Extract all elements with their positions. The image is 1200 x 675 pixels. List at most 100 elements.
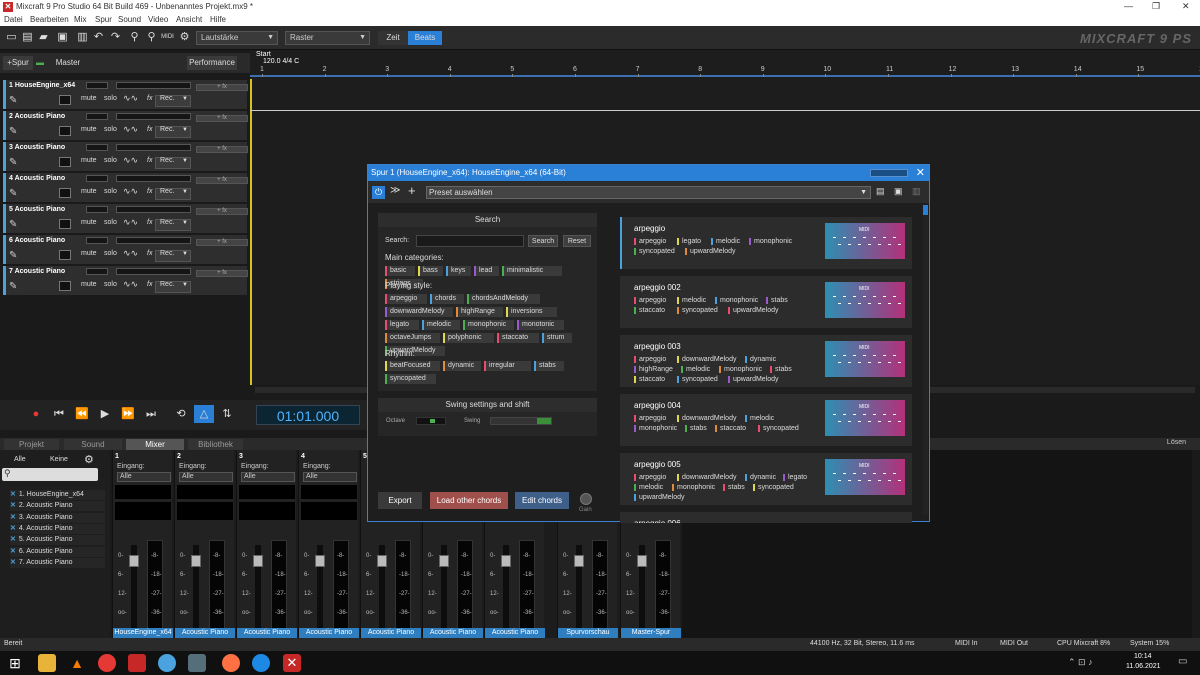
vlc-icon[interactable]: ▲ [68,654,86,672]
preset-dropdown[interactable]: Preset auswählen ▼ [426,186,871,199]
result-card[interactable]: arpeggio 005 arpeggio downwardMelody dynami… [620,453,912,505]
track-name[interactable]: 2 Acoustic Piano [9,113,65,120]
maximize-button[interactable]: ❐ [1152,1,1160,12]
tab-sound[interactable]: Sound [64,439,122,450]
redo-icon[interactable]: ↷ [108,30,123,45]
midi-preview-thumbnail[interactable]: MIDI [825,223,905,259]
strip-label[interactable]: Spurvorschau [558,628,618,638]
tag-keys[interactable]: keys [446,266,471,276]
reset-button[interactable]: Reset [563,235,591,247]
octave-handle[interactable] [430,419,435,423]
file-explorer-icon[interactable] [38,654,56,672]
input-select[interactable]: Alle [117,472,171,482]
menu-mix[interactable]: Mix [74,15,86,24]
track-pan-slider[interactable] [86,237,108,244]
solo-button[interactable]: solo [104,95,117,102]
zoom-out-icon[interactable]: ⚲ [144,30,159,45]
automation-icon[interactable]: ∿∿ [123,186,138,197]
edit-chords-button[interactable]: Edit chords [515,492,569,509]
record-button[interactable]: ● [26,405,46,423]
keyboard-icon[interactable] [59,126,71,136]
mixdown-icon[interactable]: ▥ [75,30,90,45]
ruler[interactable]: Start 120.0 4/4 C 1234567891011121314151… [250,50,1200,77]
checkbox-icon[interactable]: ✕ [10,536,16,543]
mute-button[interactable]: mute [81,95,97,102]
track-name[interactable]: 5 Acoustic Piano [9,206,65,213]
undock-button[interactable]: Lösen [1167,439,1186,446]
midi-preview-thumbnail[interactable]: MIDI [825,341,905,377]
power-icon[interactable]: ⏻ [372,186,385,199]
track-name[interactable]: 6 Acoustic Piano [9,237,65,244]
tag-chords[interactable]: chords [430,294,464,304]
search-input[interactable] [416,235,524,247]
fx-button[interactable]: fx [147,126,152,133]
fader-handle[interactable] [191,555,201,567]
input-select[interactable]: Alle [303,472,357,482]
performance-button[interactable]: Performance [187,56,237,70]
automation-icon[interactable]: ∿∿ [123,217,138,228]
rec-button[interactable]: Rec. [160,281,174,288]
solo-button[interactable]: solo [104,250,117,257]
folder-icon[interactable]: ▰ [36,30,51,45]
mode-beats-button[interactable]: Beats [408,31,442,45]
track-row[interactable]: 2 Acoustic Piano + fx ✎ mute solo ∿∿ fx Rec. ▼ [3,111,248,140]
delete-preset-icon[interactable]: ▥ [912,186,921,197]
add-fx-button[interactable]: + fx [196,84,248,91]
menu-datei[interactable]: Datei [4,15,23,24]
go-to-end-button[interactable]: ⏭ [141,405,161,423]
volume-dropdown[interactable]: Lautstärke ▼ [196,31,278,45]
track-volume-slider[interactable] [116,206,191,213]
track-pan-slider[interactable] [86,113,108,120]
fader-handle[interactable] [129,555,139,567]
tag-strum[interactable]: strum [542,333,572,343]
track-row[interactable]: 7 Acoustic Piano + fx ✎ mute solo ∿∿ fx Rec. ▼ [3,266,248,295]
solo-button[interactable]: solo [104,126,117,133]
time-display[interactable]: 01:01.000 [256,405,360,425]
strip-slot[interactable] [115,485,171,499]
track-row[interactable]: 3 Acoustic Piano + fx ✎ mute solo ∿∿ fx Rec. ▼ [3,142,248,171]
swing-slider[interactable] [490,417,552,425]
strip-label[interactable]: Master-Spur [621,628,681,638]
track-volume-slider[interactable] [116,82,191,89]
tag-monotonic[interactable]: monotonic [517,320,564,330]
strip-label[interactable]: Acoustic Piano [299,628,359,638]
track-name[interactable]: 7 Acoustic Piano [9,268,65,275]
keyboard-icon[interactable] [59,157,71,167]
menu-ansicht[interactable]: Ansicht [176,15,202,24]
checkbox-icon[interactable]: ✕ [10,502,16,509]
mixer-settings-gear-icon[interactable]: ⚙ [84,453,94,466]
load-other-chords-button[interactable]: Load other chords [430,492,508,509]
add-fx-button[interactable]: + fx [196,239,248,246]
mute-button[interactable]: mute [81,126,97,133]
tab-mixer[interactable]: Mixer [126,439,184,450]
track-row[interactable]: 4 Acoustic Piano + fx ✎ mute solo ∿∿ fx Rec. ▼ [3,173,248,202]
mute-button[interactable]: mute [81,250,97,257]
master-button[interactable]: Master [48,56,88,70]
mixer-list-item[interactable]: ✕ 1. HouseEngine_x64 [10,490,105,500]
tag-lead[interactable]: lead [474,266,499,276]
search-button[interactable]: Search [528,235,558,247]
gain-knob[interactable] [580,493,592,505]
mute-button[interactable]: mute [81,281,97,288]
tag-staccato[interactable]: staccato [497,333,539,343]
solo-button[interactable]: solo [104,188,117,195]
mute-button[interactable]: mute [81,219,97,226]
tray-icons[interactable]: ⌃ ⊡ ♪ [1068,657,1093,668]
add-fx-button[interactable]: + fx [196,270,248,277]
octave-slider[interactable] [416,417,446,425]
fast-forward-button[interactable]: ⏩ [118,405,138,423]
add-fx-button[interactable]: + fx [196,146,248,153]
tag-monophonic[interactable]: monophonic [463,320,514,330]
automation-icon[interactable]: ∿∿ [123,155,138,166]
fader-handle[interactable] [574,555,584,567]
fader-handle[interactable] [253,555,263,567]
mixer-list-item[interactable]: ✕ 3. Acoustic Piano [10,512,105,523]
track-pan-slider[interactable] [86,175,108,182]
track-pan-slider[interactable] [86,206,108,213]
track-volume-slider[interactable] [116,113,191,120]
strip-slot[interactable] [301,485,357,499]
checkbox-icon[interactable]: ✕ [10,525,16,532]
rec-button[interactable]: Rec. [160,219,174,226]
strip-label[interactable]: Acoustic Piano [175,628,235,638]
results-scroll-thumb[interactable] [923,205,928,215]
